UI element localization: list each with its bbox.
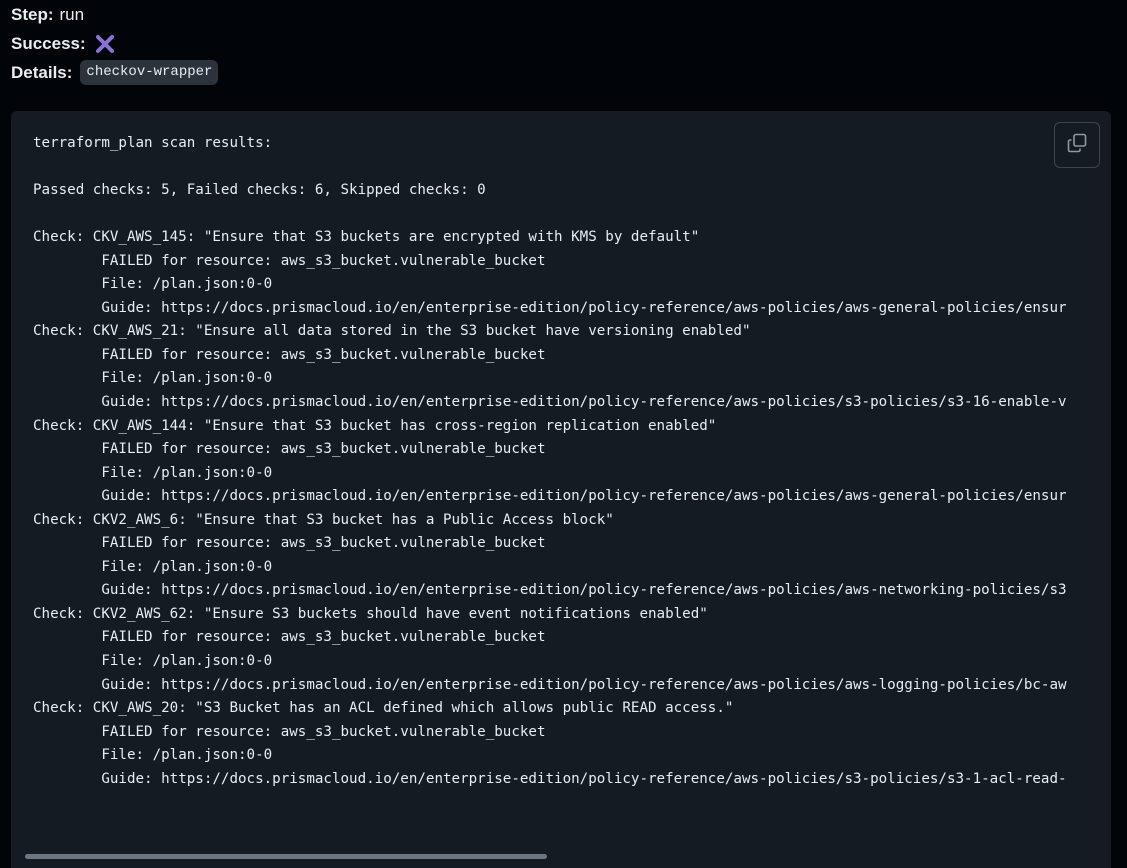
output-line: Check: CKV_AWS_20: "S3 Bucket has an ACL… [33,700,734,717]
output-line: terraform_plan scan results: [33,135,273,151]
output-line: File: /plan.json:0-0 [33,370,273,387]
output-line: Check: CKV2_AWS_6: "Ensure that S3 bucke… [33,511,614,528]
output-line: Check: CKV_AWS_144: "Ensure that S3 buck… [33,417,717,434]
scan-output-text: terraform_plan scan results: Passed check… [33,132,1067,791]
output-line: Check: CKV_AWS_21: "Ensure all data stor… [33,323,751,340]
output-line: File: /plan.json:0-0 [33,747,273,764]
output-line: Guide: https://docs.prismacloud.io/en/en… [33,770,1067,787]
output-line: Guide: https://docs.prismacloud.io/en/en… [33,582,1067,599]
copy-icon [1066,132,1088,159]
output-line: Check: CKV2_AWS_62: "Ensure S3 buckets s… [33,605,708,622]
success-row: Success: [11,29,218,58]
copy-button[interactable] [1054,122,1100,168]
output-line: Guide: https://docs.prismacloud.io/en/en… [33,394,1067,411]
success-label: Success [11,34,80,53]
step-label: Step [11,5,48,24]
x-mark-icon [94,33,116,55]
output-line: FAILED for resource: aws_s3_bucket.vulne… [33,346,546,363]
output-line: FAILED for resource: aws_s3_bucket.vulne… [33,252,546,269]
output-line: Guide: https://docs.prismacloud.io/en/en… [33,488,1067,505]
output-line: File: /plan.json:0-0 [33,464,273,481]
details-label: Details [11,63,67,82]
output-line: Check: CKV_AWS_145: "Ensure that S3 buck… [33,229,700,246]
step-value: run [59,5,85,24]
job-summary-meta: Step: run Success: Details: checkov-wrap… [11,0,219,87]
output-line: File: /plan.json:0-0 [33,558,273,575]
output-line: Guide: https://docs.prismacloud.io/en/en… [33,299,1067,316]
output-line: FAILED for resource: aws_s3_bucket.vulne… [33,535,546,552]
details-row: Details: checkov-wrapper [11,58,219,87]
step-row: Step: run [11,0,218,29]
scan-output-codeblock[interactable]: terraform_plan scan results: Passed check… [11,111,1111,868]
horizontal-scrollbar[interactable] [25,854,547,859]
output-line: File: /plan.json:0-0 [33,276,273,293]
output-line: FAILED for resource: aws_s3_bucket.vulne… [33,723,546,740]
output-line: Passed checks: 5, Failed checks: 6, Skip… [33,182,486,199]
output-line: File: /plan.json:0-0 [33,653,273,670]
output-line: FAILED for resource: aws_s3_bucket.vulne… [33,629,546,646]
output-line: Guide: https://docs.prismacloud.io/en/en… [33,676,1067,693]
details-value: checkov-wrapper [80,60,219,85]
output-line: FAILED for resource: aws_s3_bucket.vulne… [33,441,546,458]
